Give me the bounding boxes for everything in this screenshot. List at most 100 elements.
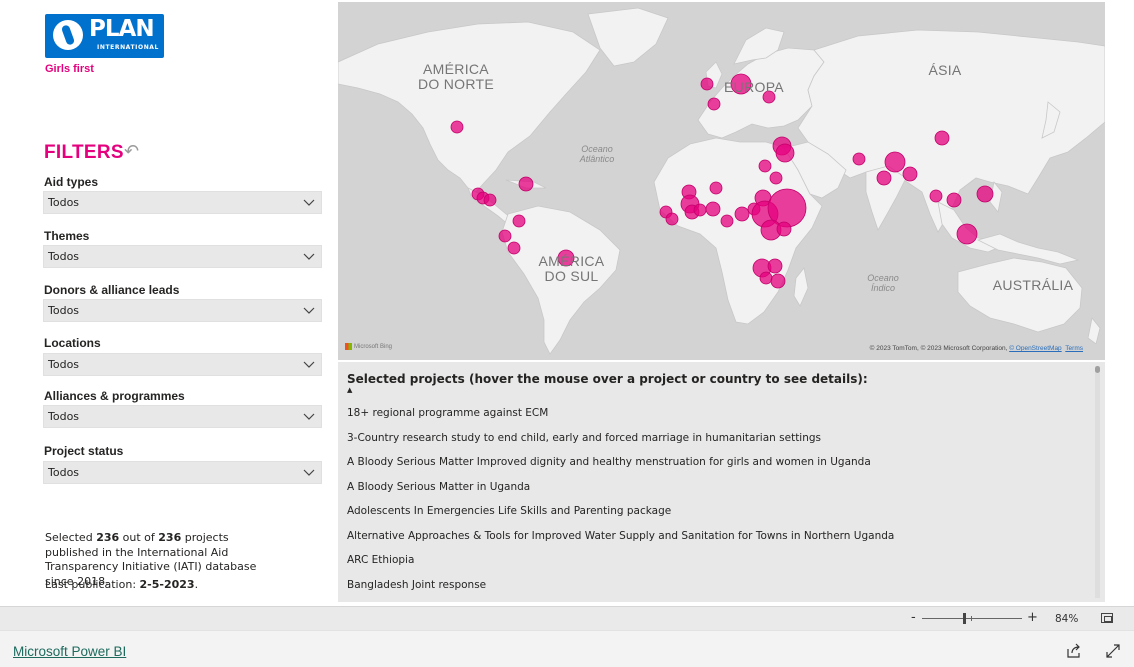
zoom-slider[interactable]: [922, 613, 1022, 624]
openstreetmap-link[interactable]: © OpenStreetMap: [1009, 345, 1061, 352]
zoom-bar: - + 84%: [0, 606, 1134, 630]
logo-text: PLAN: [89, 16, 155, 42]
label-atlantic-ocean: Oceano Atlântico: [579, 144, 615, 164]
project-location-bubble[interactable]: [976, 185, 994, 203]
project-location-bubble[interactable]: [734, 206, 750, 222]
project-row[interactable]: A Bloody Serious Matter Improved dignity…: [347, 456, 871, 468]
land-australia: [957, 257, 1083, 333]
sort-ascending-icon[interactable]: ▲: [347, 386, 352, 394]
fullscreen-expand-icon[interactable]: [1105, 643, 1121, 659]
last-publication-date: 2-5-2023: [139, 578, 195, 591]
chevron-down-icon: [303, 361, 315, 368]
project-location-bubble[interactable]: [759, 271, 773, 285]
zoom-slider-tick: [971, 616, 972, 621]
land-north-america: [338, 21, 601, 195]
project-map[interactable]: AMÉRICA DO NORTE EUROPA ÁSIA AMÉRICA DO SU…: [338, 2, 1105, 360]
filter-dropdown-value: Todos: [48, 304, 80, 317]
filter-dropdown[interactable]: Todos: [43, 405, 322, 428]
label-indian-ocean: Oceano Índico: [867, 273, 899, 293]
project-location-bubble[interactable]: [929, 189, 943, 203]
project-location-bubble[interactable]: [876, 170, 892, 186]
project-row[interactable]: A Bloody Serious Matter in Uganda: [347, 481, 530, 493]
chevron-down-icon: [303, 413, 315, 420]
project-row[interactable]: ARC Ethiopia: [347, 554, 414, 566]
total-count: 236: [158, 531, 182, 544]
project-location-bubble[interactable]: [665, 212, 679, 226]
selected-count: 236: [96, 531, 120, 544]
filter-dropdown-value: Todos: [48, 196, 80, 209]
filter-dropdown[interactable]: Todos: [43, 353, 322, 376]
zoom-in-button[interactable]: +: [1027, 610, 1038, 625]
project-location-bubble[interactable]: [700, 77, 714, 91]
child-figure-icon: [53, 20, 83, 50]
project-location-bubble[interactable]: [884, 151, 906, 173]
world-map-svg: [338, 7, 1105, 355]
project-row[interactable]: 18+ regional programme against ECM: [347, 407, 548, 419]
land-madagascar: [793, 267, 809, 307]
project-location-bubble[interactable]: [769, 171, 783, 185]
zoom-slider-handle[interactable]: [963, 613, 966, 624]
filter-label: Alliances & programmes: [44, 389, 185, 403]
project-location-bubble[interactable]: [705, 201, 721, 217]
project-location-bubble[interactable]: [946, 192, 962, 208]
project-location-bubble[interactable]: [507, 241, 521, 255]
filter-dropdown-value: Todos: [48, 250, 80, 263]
project-row[interactable]: 3-Country research study to end child, e…: [347, 432, 821, 444]
filter-dropdown-value: Todos: [48, 358, 80, 371]
project-row[interactable]: Adolescents In Emergencies Life Skills a…: [347, 505, 671, 517]
project-location-bubble[interactable]: [902, 166, 918, 182]
zoom-level: 84%: [1055, 613, 1079, 625]
filter-dropdown[interactable]: Todos: [43, 191, 322, 214]
label-asia: ÁSIA: [928, 62, 962, 78]
land-new-zealand: [1087, 317, 1101, 345]
plan-international-logo: PLAN INTERNATIONAL: [45, 14, 164, 58]
last-publication: Last publication: 2-5-2023.: [45, 578, 199, 591]
project-location-bubble[interactable]: [512, 214, 526, 228]
project-location-bubble[interactable]: [518, 176, 534, 192]
project-location-bubble[interactable]: [450, 120, 464, 134]
filters-title: FILTERS: [44, 142, 124, 163]
project-location-bubble[interactable]: [498, 229, 512, 243]
projects-header[interactable]: Selected projects (hover the mouse over …: [347, 372, 868, 386]
scrollbar-thumb[interactable]: [1095, 366, 1100, 373]
project-location-bubble[interactable]: [709, 181, 723, 195]
project-location-bubble[interactable]: [852, 152, 866, 166]
filter-dropdown[interactable]: Todos: [43, 299, 322, 322]
project-location-bubble[interactable]: [693, 203, 707, 217]
label-europe: EUROPA: [724, 79, 784, 95]
logo-subtext: INTERNATIONAL: [97, 44, 159, 51]
project-location-bubble[interactable]: [707, 97, 721, 111]
label-australia: AUSTRÁLIA: [992, 277, 1074, 293]
filter-dropdown-value: Todos: [48, 410, 80, 423]
terms-link[interactable]: Terms: [1065, 345, 1083, 352]
fit-to-page-icon[interactable]: [1101, 613, 1113, 623]
report-canvas: PLAN INTERNATIONAL Girls first FILTERS ↶…: [0, 0, 1134, 606]
project-location-bubble[interactable]: [758, 159, 772, 173]
project-row[interactable]: Bangladesh Joint response: [347, 579, 486, 591]
land-greenland: [587, 7, 669, 67]
projects-scrollbar[interactable]: [1095, 366, 1100, 598]
filter-label: Donors & alliance leads: [44, 283, 180, 297]
microsoft-power-bi-link[interactable]: Microsoft Power BI: [13, 644, 126, 659]
filter-label: Project status: [44, 444, 124, 458]
filter-dropdown[interactable]: Todos: [43, 461, 322, 484]
share-icon[interactable]: [1066, 643, 1082, 659]
project-location-bubble[interactable]: [483, 193, 497, 207]
project-location-bubble[interactable]: [934, 130, 950, 146]
microsoft-logo-icon: [345, 343, 352, 350]
reset-undo-icon[interactable]: ↶: [124, 142, 144, 162]
chevron-down-icon: [303, 469, 315, 476]
filter-dropdown-value: Todos: [48, 466, 80, 479]
project-location-bubble[interactable]: [956, 223, 978, 245]
filter-dropdown[interactable]: Todos: [43, 245, 322, 268]
project-location-bubble[interactable]: [720, 214, 734, 228]
zoom-out-button[interactable]: -: [911, 610, 916, 625]
chevron-down-icon: [303, 307, 315, 314]
project-location-bubble[interactable]: [776, 221, 792, 237]
project-row[interactable]: Alternative Approaches & Tools for Impro…: [347, 530, 894, 542]
project-location-bubble[interactable]: [767, 258, 783, 274]
project-location-bubble[interactable]: [775, 143, 795, 163]
map-attribution: © 2023 TomTom, © 2023 Microsoft Corporat…: [869, 345, 1083, 352]
label-south-america: AMÉRICA DO SUL: [538, 253, 605, 284]
project-location-bubble[interactable]: [770, 273, 786, 289]
